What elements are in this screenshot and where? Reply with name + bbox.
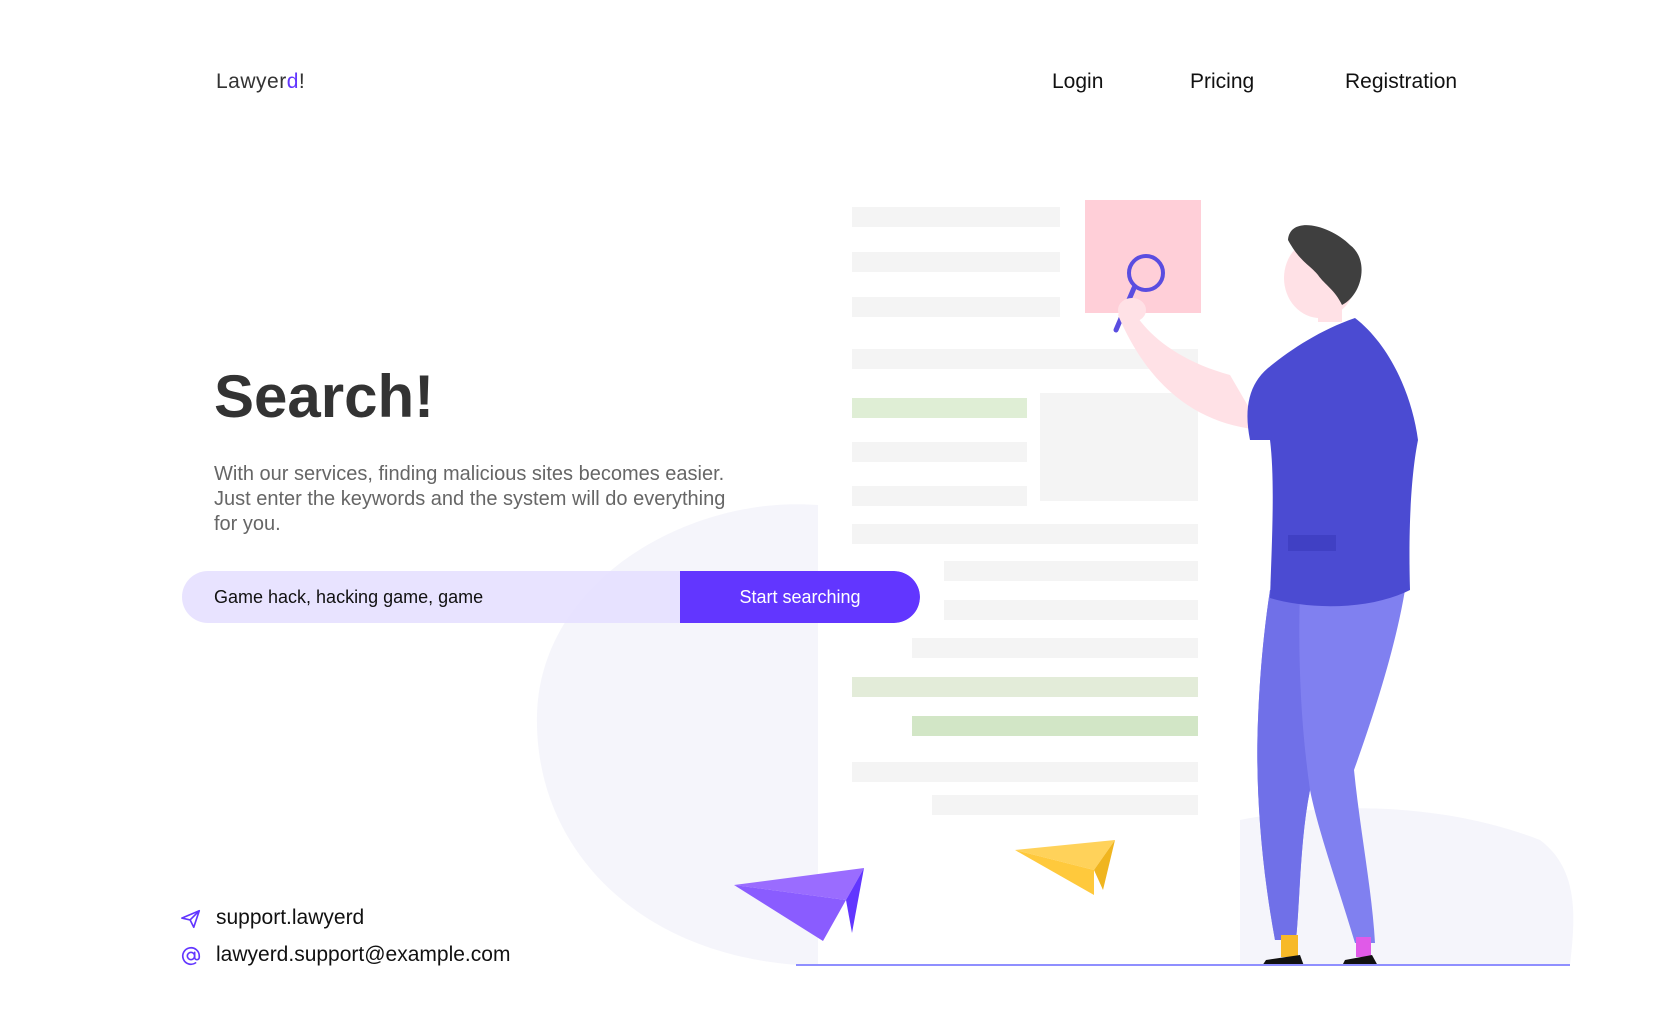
support-handle: support.lawyerd	[216, 906, 365, 929]
support-email: lawyerd.support@example.com	[216, 943, 511, 966]
search-input[interactable]	[182, 571, 680, 623]
nav-registration[interactable]: Registration	[1345, 70, 1457, 94]
at-sign-icon	[181, 946, 201, 966]
start-searching-button[interactable]: Start searching	[680, 571, 920, 623]
search-bar: Start searching	[182, 571, 920, 623]
paper-plane-icon	[181, 909, 201, 929]
nav-pricing[interactable]: Pricing	[1190, 70, 1254, 94]
top-navigation: Login Pricing Registration	[0, 70, 1679, 100]
hero-description: With our services, finding malicious sit…	[214, 463, 726, 535]
nav-login[interactable]: Login	[1052, 70, 1103, 94]
hero-title: Search!	[214, 363, 435, 430]
